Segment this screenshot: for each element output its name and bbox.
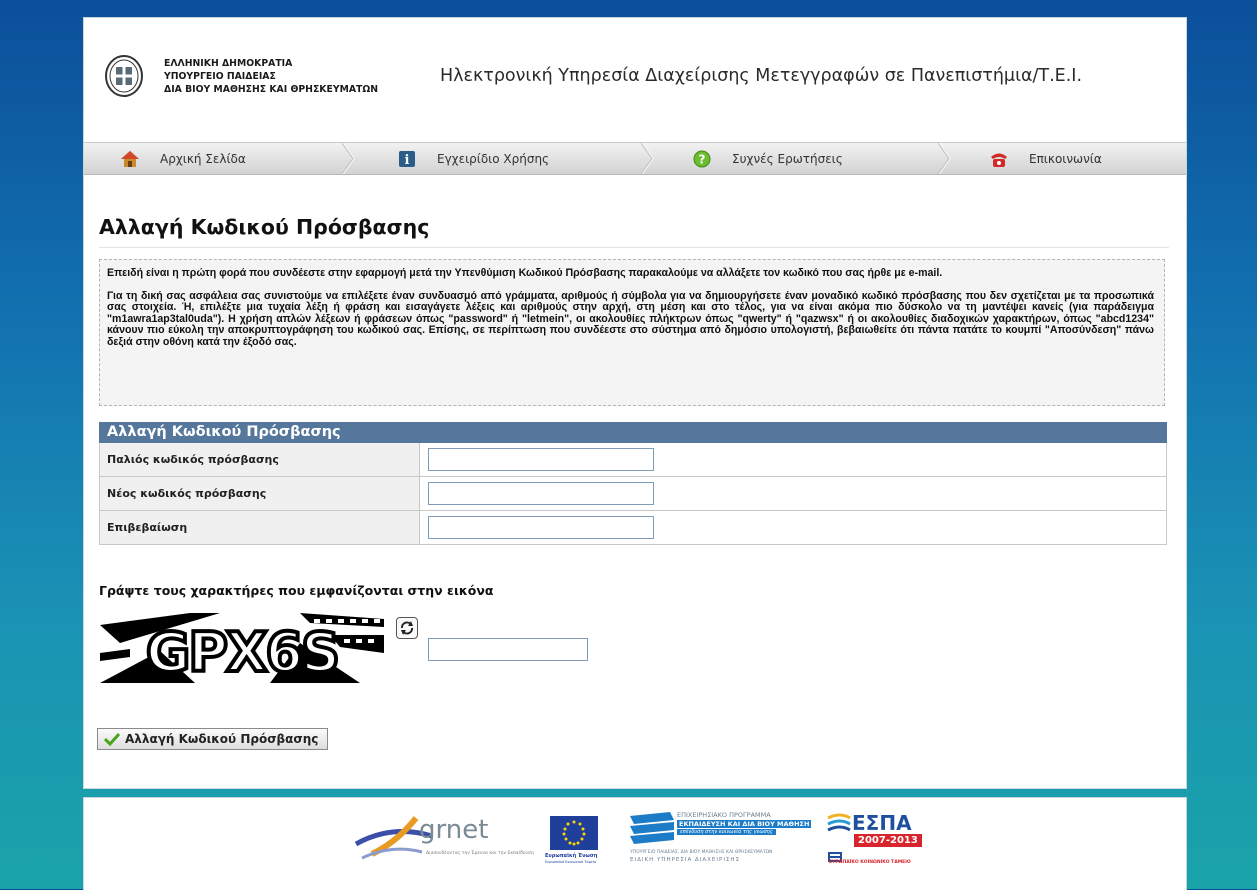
ministry-line-3: ΔΙΑ ΒΙΟΥ ΜΑΘΗΣΗΣ ΚΑΙ ΘΡΗΣΚΕΥΜΑΤΩΝ <box>164 84 379 95</box>
nav-item-manual[interactable]: i Εγχειρίδιο Χρήσης <box>397 143 549 174</box>
nav-item-faq-label: Συχνές Ερωτήσεις <box>732 151 843 166</box>
site-header: ΕΛΛΗΝΙΚΗ ΔΗΜΟΚΡΑΤΙΑ ΥΠΟΥΡΓΕΙΟ ΠΑΙΔΕΙΑΣ Δ… <box>84 18 1186 140</box>
eu-label: Ευρωπαϊκή Ένωση <box>545 853 598 859</box>
captcha-text: GPX6S <box>146 621 338 683</box>
info-icon: i <box>397 149 417 169</box>
confirm-password-label: Επιβεβαίωση <box>100 511 420 544</box>
grnet-tagline: Διασυνδέοντας την Έρευνα και την Εκπαίδε… <box>426 851 534 856</box>
page-title: Αλλαγή Κωδικού Πρόσβασης <box>99 215 430 239</box>
svg-text:?: ? <box>699 152 706 166</box>
nav-item-home-label: Αρχική Σελίδα <box>160 151 246 166</box>
change-password-button[interactable]: Αλλαγή Κωδικού Πρόσβασης <box>97 728 328 750</box>
confirm-password-input[interactable] <box>428 516 654 539</box>
svg-text:i: i <box>405 153 410 168</box>
site-title: Ηλεκτρονική Υπηρεσία Διαχείρισης Μετεγγρ… <box>440 66 1083 86</box>
main-panel: ΕΛΛΗΝΙΚΗ ΔΗΜΟΚΡΑΤΙΑ ΥΠΟΥΡΓΕΙΟ ΠΑΙΔΕΙΑΣ Δ… <box>83 17 1187 789</box>
captcha-input[interactable] <box>428 638 588 661</box>
nav-bar: Αρχική Σελίδα i Εγχειρίδιο Χρήσης ? Συχν… <box>84 142 1186 175</box>
captcha-image: GPX6S <box>100 613 384 683</box>
notice-paragraph-2: Για τη δική σας ασφάλεια σας συνιστούμε … <box>107 289 1154 348</box>
eu-flag-icon <box>550 816 598 850</box>
program-line-3: επένδυση στην κοινωνία της γνώσης <box>677 829 776 835</box>
captcha-label: Γράψτε τους χαρακτήρες που εμφανίζονται … <box>99 583 494 598</box>
espa-sublabel: ΕΥΡΩΠΑΪΚΟ ΚΟΙΝΩΝΙΚΟ ΤΑΜΕΙΟ <box>829 860 911 865</box>
nav-separator <box>641 143 654 174</box>
program-line-5: ΕΙΔΙΚΗ ΥΠΗΡΕΣΙΑ ΔΙΑΧΕΙΡΙΣΗΣ <box>630 857 741 863</box>
old-password-row: Παλιός κωδικός πρόσβασης <box>99 443 1167 477</box>
old-password-label: Παλιός κωδικός πρόσβασης <box>100 443 420 476</box>
new-password-row: Νέος κωδικός πρόσβασης <box>99 477 1167 511</box>
ministry-name: ΕΛΛΗΝΙΚΗ ΔΗΜΟΚΡΑΤΙΑ ΥΠΟΥΡΓΕΙΟ ΠΑΙΔΕΙΑΣ Δ… <box>164 57 378 96</box>
new-password-label: Νέος κωδικός πρόσβασης <box>100 477 420 510</box>
home-icon <box>120 149 140 169</box>
nav-separator <box>342 143 355 174</box>
nav-item-home[interactable]: Αρχική Σελίδα <box>120 143 246 174</box>
eu-sublabel: Ευρωπαϊκό Κοινωνικό Ταμείο <box>545 860 597 864</box>
espa-years: 2007-2013 <box>854 834 922 847</box>
title-divider <box>99 247 1169 248</box>
ministry-line-2: ΥΠΟΥΡΓΕΙΟ ΠΑΙΔΕΙΑΣ <box>164 71 276 82</box>
form-header: Αλλαγή Κωδικού Πρόσβασης <box>99 422 1167 443</box>
old-password-input[interactable] <box>428 448 654 471</box>
greek-emblem-icon <box>105 55 143 97</box>
new-password-input[interactable] <box>428 482 654 505</box>
espa-name: ΕΣΠΑ <box>852 811 912 835</box>
notice-box: Επειδή είναι η πρώτη φορά που συνδέεστε … <box>99 259 1165 406</box>
nav-item-contact[interactable]: Επικοινωνία <box>989 143 1102 174</box>
nav-item-faq[interactable]: ? Συχνές Ερωτήσεις <box>692 143 843 174</box>
notice-paragraph-1: Επειδή είναι η πρώτη φορά που συνδέεστε … <box>107 267 943 279</box>
checkmark-icon <box>104 732 120 746</box>
captcha-refresh-button[interactable] <box>396 617 418 639</box>
refresh-icon <box>401 621 413 635</box>
ministry-line-1: ΕΛΛΗΝΙΚΗ ΔΗΜΟΚΡΑΤΙΑ <box>164 58 293 69</box>
nav-item-manual-label: Εγχειρίδιο Χρήσης <box>437 151 550 166</box>
nav-separator <box>938 143 951 174</box>
change-password-button-label: Αλλαγή Κωδικού Πρόσβασης <box>125 732 319 746</box>
program-line-4: ΥΠΟΥΡΓΕΙΟ ΠΑΙΔΕΙΑΣ, ΔΙΑ ΒΙΟΥ ΜΑΘΗΣΗΣ ΚΑΙ… <box>630 850 773 855</box>
program-line-2: ΕΚΠΑΙΔΕΥΣΗ ΚΑΙ ΔΙΑ ΒΙΟΥ ΜΑΘΗΣΗ <box>677 820 812 828</box>
question-icon: ? <box>692 149 712 169</box>
confirm-password-row: Επιβεβαίωση <box>99 511 1167 545</box>
grnet-name: grnet <box>419 815 489 845</box>
program-line-1: ΕΠΙΧΕΙΡΗΣΙΑΚΟ ΠΡΟΓΡΑΜΜΑ <box>677 811 771 819</box>
nav-item-contact-label: Επικοινωνία <box>1029 151 1102 166</box>
phone-icon <box>989 149 1009 169</box>
footer: grnet Διασυνδέοντας την Έρευνα και την Ε… <box>83 797 1187 890</box>
